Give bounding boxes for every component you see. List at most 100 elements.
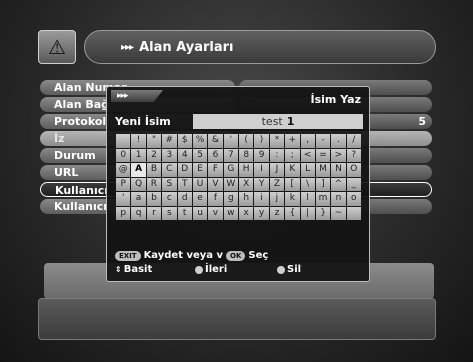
keyboard-key[interactable]: q: [131, 206, 146, 220]
keyboard-key[interactable]: v: [208, 206, 223, 220]
keyboard-key[interactable]: *: [269, 134, 285, 148]
keyboard-key[interactable]: 8: [239, 148, 254, 162]
keyboard-key[interactable]: w: [223, 206, 238, 220]
keyboard-key[interactable]: r: [146, 206, 162, 220]
keyboard-key[interactable]: C: [162, 163, 177, 177]
keyboard-key[interactable]: 6: [208, 148, 223, 162]
keyboard-key[interactable]: h: [239, 192, 254, 206]
keyboard-key[interactable]: }: [315, 206, 331, 220]
keyboard-key[interactable]: c: [162, 192, 177, 206]
keyboard-key[interactable]: 3: [162, 148, 177, 162]
keyboard-key[interactable]: W: [223, 177, 238, 191]
keyboard-key[interactable]: |: [300, 206, 315, 220]
keyboard-key[interactable]: $: [177, 134, 192, 148]
keyboard-key[interactable]: &: [208, 134, 223, 148]
keyboard-key[interactable]: %: [192, 134, 208, 148]
keyboard-key[interactable]: !: [131, 134, 146, 148]
keyboard-key[interactable]: :: [269, 148, 285, 162]
keyboard-key[interactable]: ): [254, 134, 269, 148]
keyboard-key[interactable]: f: [208, 192, 223, 206]
keyboard-key[interactable]: +: [285, 134, 300, 148]
keyboard-key[interactable]: \: [300, 177, 315, 191]
keyboard-key[interactable]: u: [192, 206, 208, 220]
keyboard-key[interactable]: b: [146, 192, 162, 206]
keyboard-key[interactable]: 4: [177, 148, 192, 162]
keyboard-key[interactable]: ^: [331, 177, 346, 191]
keyboard-key[interactable]: K: [285, 163, 300, 177]
delete-hint[interactable]: Sil: [277, 264, 301, 275]
keyboard-key[interactable]: ': [223, 134, 238, 148]
keyboard-key[interactable]: <: [300, 148, 315, 162]
keyboard-key[interactable]: 1: [131, 148, 146, 162]
keyboard-key[interactable]: n: [331, 192, 346, 206]
keyboard-key[interactable]: Y: [254, 177, 269, 191]
keyboard-key[interactable]: >: [331, 148, 346, 162]
keyboard-key[interactable]: J: [269, 163, 285, 177]
keyboard-key[interactable]: [346, 206, 361, 220]
next-hint[interactable]: İleri: [195, 264, 277, 275]
keyboard-key[interactable]: ]: [315, 177, 331, 191]
keyboard-key[interactable]: g: [223, 192, 238, 206]
keyboard-key[interactable]: {: [285, 206, 300, 220]
keyboard-key[interactable]: @: [116, 163, 131, 177]
keyboard-key[interactable]: e: [192, 192, 208, 206]
keyboard-key[interactable]: L: [300, 163, 315, 177]
keyboard-key[interactable]: [116, 134, 131, 148]
keyboard-key[interactable]: k: [285, 192, 300, 206]
keyboard-key[interactable]: 0: [116, 148, 131, 162]
keyboard-key[interactable]: ~: [331, 206, 346, 220]
keyboard-key[interactable]: [: [285, 177, 300, 191]
keyboard-key[interactable]: S: [162, 177, 177, 191]
keyboard-key[interactable]: ": [146, 134, 162, 148]
keyboard-key[interactable]: 9: [254, 148, 269, 162]
keyboard-key[interactable]: z: [269, 206, 285, 220]
keyboard-key[interactable]: Q: [131, 177, 146, 191]
keyboard-key[interactable]: (: [239, 134, 254, 148]
keyboard-key[interactable]: j: [269, 192, 285, 206]
keyboard-key[interactable]: p: [116, 206, 131, 220]
keyboard-key[interactable]: i: [254, 192, 269, 206]
keyboard-key[interactable]: F: [208, 163, 223, 177]
keyboard-key[interactable]: _: [346, 177, 361, 191]
keyboard-key[interactable]: G: [223, 163, 238, 177]
keyboard-key[interactable]: d: [177, 192, 192, 206]
keyboard-key[interactable]: I: [254, 163, 269, 177]
keyboard-key[interactable]: -: [315, 134, 331, 148]
keyboard-key[interactable]: V: [208, 177, 223, 191]
basic-hint[interactable]: ⇕ Basit: [115, 264, 195, 275]
keyboard-key[interactable]: /: [346, 134, 361, 148]
keyboard-key[interactable]: A: [131, 163, 146, 177]
keyboard-key[interactable]: ?: [346, 148, 361, 162]
keyboard-key[interactable]: E: [192, 163, 208, 177]
keyboard-key[interactable]: 7: [223, 148, 238, 162]
exit-button[interactable]: EXIT: [115, 250, 141, 261]
keyboard-key[interactable]: M: [315, 163, 331, 177]
keyboard-key[interactable]: s: [162, 206, 177, 220]
keyboard-key[interactable]: ,: [300, 134, 315, 148]
keyboard-key[interactable]: Z: [269, 177, 285, 191]
keyboard-key[interactable]: 5: [192, 148, 208, 162]
keyboard-key[interactable]: U: [192, 177, 208, 191]
keyboard-key[interactable]: x: [239, 206, 254, 220]
keyboard-key[interactable]: D: [177, 163, 192, 177]
keyboard-key[interactable]: t: [177, 206, 192, 220]
keyboard-key[interactable]: m: [315, 192, 331, 206]
keyboard-key[interactable]: o: [346, 192, 361, 206]
keyboard-key[interactable]: y: [254, 206, 269, 220]
keyboard-key[interactable]: #: [162, 134, 177, 148]
keyboard-key[interactable]: P: [116, 177, 131, 191]
name-input[interactable]: test 1: [193, 114, 363, 129]
keyboard-key[interactable]: ;: [285, 148, 300, 162]
keyboard-key[interactable]: a: [131, 192, 146, 206]
keyboard-key[interactable]: B: [146, 163, 162, 177]
ok-button[interactable]: OK: [226, 250, 246, 261]
keyboard-key[interactable]: X: [239, 177, 254, 191]
keyboard-key[interactable]: 2: [146, 148, 162, 162]
keyboard-key[interactable]: O: [346, 163, 361, 177]
keyboard-key[interactable]: H: [239, 163, 254, 177]
keyboard-key[interactable]: N: [331, 163, 346, 177]
keyboard-key[interactable]: =: [315, 148, 331, 162]
keyboard-key[interactable]: R: [146, 177, 162, 191]
keyboard-key[interactable]: .: [331, 134, 346, 148]
keyboard-key[interactable]: T: [177, 177, 192, 191]
